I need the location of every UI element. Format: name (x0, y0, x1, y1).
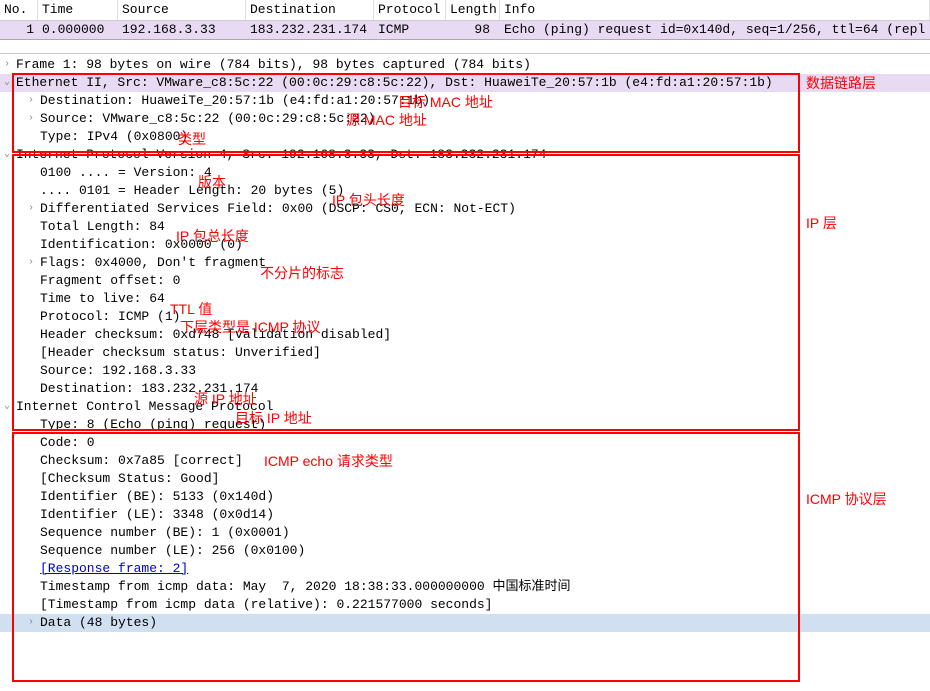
ethernet-node[interactable]: ⌄Ethernet II, Src: VMware_c8:5c:22 (00:0… (0, 74, 930, 92)
col-length[interactable]: Length (446, 0, 500, 20)
chevron-right-icon: › (28, 254, 40, 272)
icmp-seq-be[interactable]: Sequence number (BE): 1 (0x0001) (0, 524, 930, 542)
icmp-data[interactable]: ›Data (48 bytes) (0, 614, 930, 632)
chevron-down-icon: ⌄ (4, 74, 16, 92)
icmp-node[interactable]: ⌄Internet Control Message Protocol (0, 398, 930, 416)
ip-ttl[interactable]: Time to live: 64 (0, 290, 930, 308)
icmp-id-le[interactable]: Identifier (LE): 3348 (0x0d14) (0, 506, 930, 524)
eth-dst[interactable]: ›Destination: HuaweiTe_20:57:1b (e4:fd:a… (0, 92, 930, 110)
icmp-cksum[interactable]: Checksum: 0x7a85 [correct] (0, 452, 930, 470)
packet-protocol: ICMP (374, 21, 446, 39)
eth-type[interactable]: Type: IPv4 (0x0800) (0, 128, 930, 146)
col-source[interactable]: Source (118, 0, 246, 20)
packet-source: 192.168.3.33 (118, 21, 246, 39)
packet-no: 1 (0, 21, 38, 39)
packet-info: Echo (ping) request id=0x140d, seq=1/256… (500, 21, 930, 39)
ip-tlen[interactable]: Total Length: 84 (0, 218, 930, 236)
icmp-response-link[interactable]: [Response frame: 2] (0, 560, 930, 578)
icmp-type[interactable]: Type: 8 (Echo (ping) request) (0, 416, 930, 434)
ip-dsf[interactable]: ›Differentiated Services Field: 0x00 (DS… (0, 200, 930, 218)
icmp-cstat[interactable]: [Checksum Status: Good] (0, 470, 930, 488)
ip-hcksum[interactable]: Header checksum: 0xd748 [validation disa… (0, 326, 930, 344)
packet-length: 98 (446, 21, 500, 39)
col-no[interactable]: No. (0, 0, 38, 20)
packet-details-tree: ›Frame 1: 98 bytes on wire (784 bits), 9… (0, 54, 930, 632)
packet-time: 0.000000 (38, 21, 118, 39)
col-info[interactable]: Info (500, 0, 930, 20)
ip-node[interactable]: ⌄Internet Protocol Version 4, Src: 192.1… (0, 146, 930, 164)
packet-destination: 183.232.231.174 (246, 21, 374, 39)
icmp-seq-le[interactable]: Sequence number (LE): 256 (0x0100) (0, 542, 930, 560)
icmp-tsr[interactable]: [Timestamp from icmp data (relative): 0.… (0, 596, 930, 614)
chevron-down-icon: ⌄ (4, 146, 16, 164)
col-destination[interactable]: Destination (246, 0, 374, 20)
ip-frag[interactable]: Fragment offset: 0 (0, 272, 930, 290)
ip-src[interactable]: Source: 192.168.3.33 (0, 362, 930, 380)
icmp-code[interactable]: Code: 0 (0, 434, 930, 452)
eth-src[interactable]: ›Source: VMware_c8:5c:22 (00:0c:29:c8:5c… (0, 110, 930, 128)
chevron-right-icon: › (4, 56, 16, 74)
ip-dst[interactable]: Destination: 183.232.231.174 (0, 380, 930, 398)
chevron-right-icon: › (28, 200, 40, 218)
ip-hlen[interactable]: .... 0101 = Header Length: 20 bytes (5) (0, 182, 930, 200)
col-protocol[interactable]: Protocol (374, 0, 446, 20)
chevron-right-icon: › (28, 110, 40, 128)
ip-flags[interactable]: ›Flags: 0x4000, Don't fragment (0, 254, 930, 272)
chevron-right-icon: › (28, 614, 40, 632)
icmp-id-be[interactable]: Identifier (BE): 5133 (0x140d) (0, 488, 930, 506)
col-time[interactable]: Time (38, 0, 118, 20)
packet-list-header: No. Time Source Destination Protocol Len… (0, 0, 930, 21)
packet-row[interactable]: 1 0.000000 192.168.3.33 183.232.231.174 … (0, 21, 930, 40)
ip-proto[interactable]: Protocol: ICMP (1) (0, 308, 930, 326)
ip-ident[interactable]: Identification: 0x0000 (0) (0, 236, 930, 254)
chevron-right-icon: › (28, 92, 40, 110)
ip-version[interactable]: 0100 .... = Version: 4 (0, 164, 930, 182)
icmp-ts[interactable]: Timestamp from icmp data: May 7, 2020 18… (0, 578, 930, 596)
chevron-down-icon: ⌄ (4, 398, 16, 416)
frame-node[interactable]: ›Frame 1: 98 bytes on wire (784 bits), 9… (0, 56, 930, 74)
ip-hcstat[interactable]: [Header checksum status: Unverified] (0, 344, 930, 362)
